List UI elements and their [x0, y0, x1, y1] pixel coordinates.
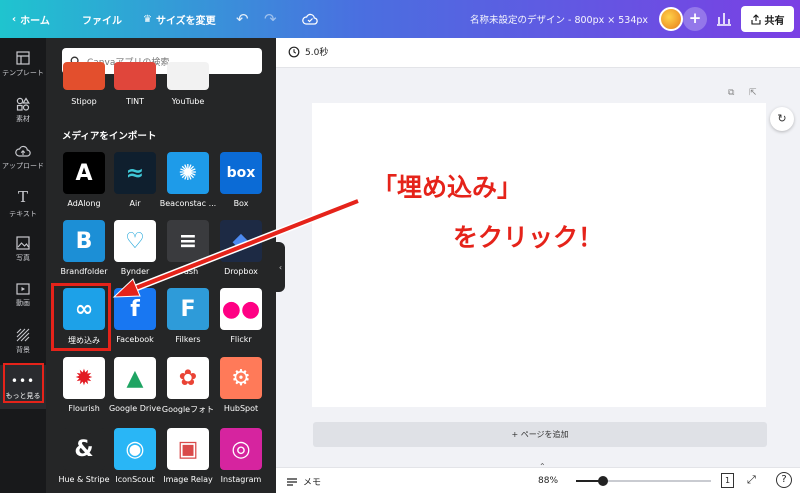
annotation-line-1: 「埋め込み」: [372, 173, 523, 202]
annotation-line-2: をクリック！: [453, 223, 604, 252]
annotation-arrow: [112, 197, 360, 298]
